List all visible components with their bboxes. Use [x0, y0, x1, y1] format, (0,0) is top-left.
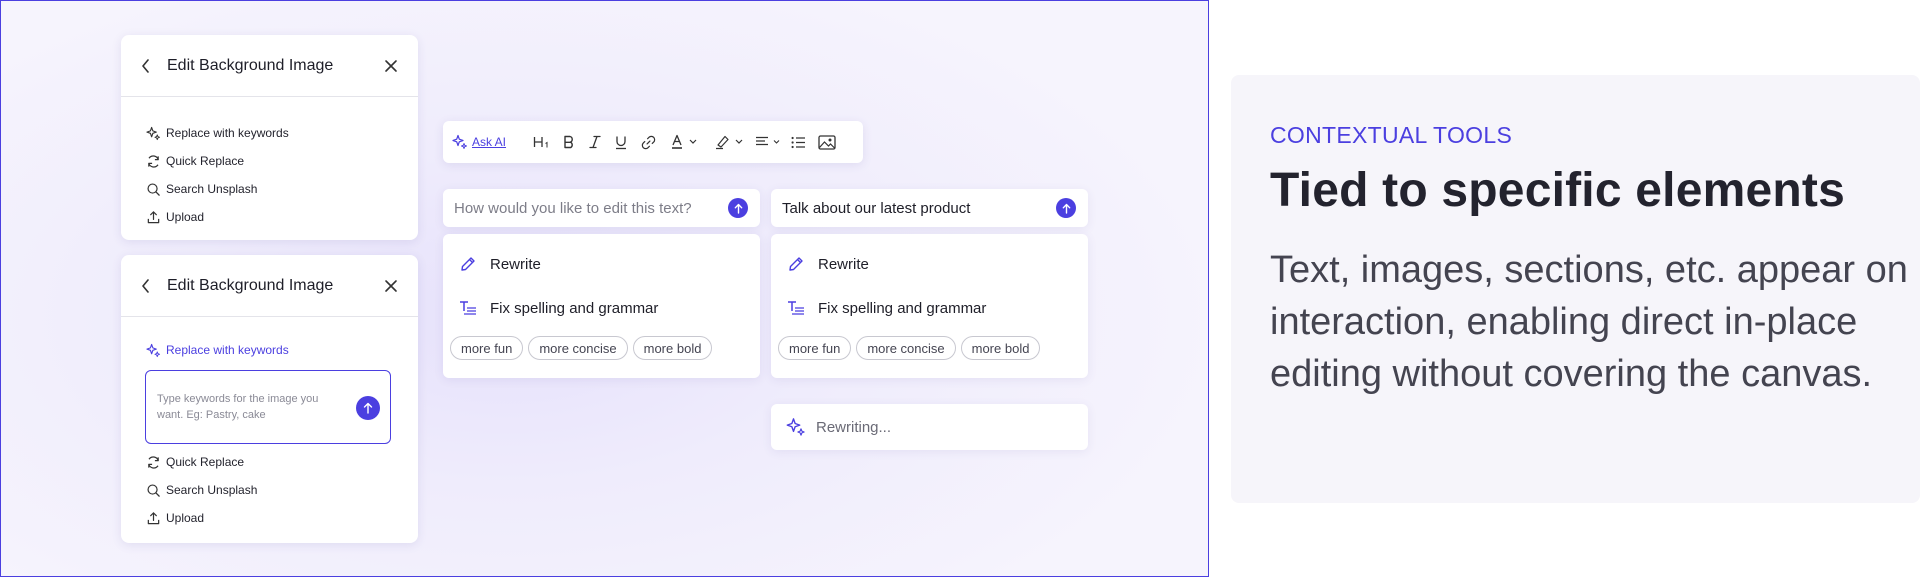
italic-icon[interactable] — [587, 129, 603, 155]
option-label: Search Unsplash — [166, 483, 258, 497]
search-icon — [145, 482, 161, 498]
edit-background-panel: Edit Background Image Replace with keywo… — [121, 35, 418, 240]
text-format-toolbar: Ask AI — [443, 121, 863, 163]
sparkle-icon — [145, 125, 161, 141]
chip-more-concise[interactable]: more concise — [528, 336, 628, 360]
arrow-up-icon — [363, 402, 373, 414]
tone-chips: more fun more concise more bold — [443, 330, 760, 360]
spellcheck-icon — [458, 298, 478, 318]
back-icon[interactable] — [135, 275, 157, 297]
upload-option[interactable]: Upload — [121, 203, 418, 231]
close-icon[interactable] — [380, 275, 402, 297]
option-label: Replace with keywords — [166, 126, 289, 140]
fix-spelling-option[interactable]: Fix spelling and grammar — [443, 286, 760, 330]
chip-more-concise[interactable]: more concise — [856, 336, 956, 360]
arrow-up-icon — [1062, 203, 1070, 214]
menu-item-label: Rewrite — [490, 255, 541, 273]
ai-prompt-input[interactable] — [454, 199, 728, 217]
feature-info-card: CONTEXTUAL TOOLS Tied to specific elemen… — [1231, 75, 1920, 503]
menu-item-label: Rewrite — [818, 255, 869, 273]
refresh-icon — [145, 153, 161, 169]
highlighter-icon[interactable] — [715, 129, 747, 155]
search-icon — [145, 181, 161, 197]
list-icon[interactable] — [789, 129, 807, 155]
sparkle-icon — [786, 417, 806, 437]
panel-header: Edit Background Image — [121, 255, 418, 317]
chip-more-bold[interactable]: more bold — [632, 336, 713, 360]
panel-title: Edit Background Image — [167, 276, 334, 294]
text-color-icon[interactable] — [671, 129, 701, 155]
chip-more-bold[interactable]: more bold — [960, 336, 1041, 360]
pencil-icon — [786, 254, 806, 274]
replace-with-keywords-option[interactable]: Replace with keywords — [121, 119, 418, 147]
keyword-input[interactable] — [157, 391, 342, 431]
arrow-up-icon — [734, 203, 742, 214]
send-button[interactable] — [1056, 198, 1076, 218]
menu-item-label: Fix spelling and grammar — [818, 299, 987, 317]
send-button[interactable] — [728, 198, 748, 218]
option-label: Quick Replace — [166, 154, 245, 168]
replace-with-keywords-option[interactable]: Replace with keywords — [121, 336, 418, 364]
heading-icon[interactable] — [533, 129, 551, 155]
upload-option[interactable]: Upload — [121, 504, 418, 532]
option-label: Upload — [166, 210, 205, 224]
quick-replace-option[interactable]: Quick Replace — [121, 147, 418, 175]
feature-description: Text, images, sections, etc. appear on i… — [1270, 249, 1908, 395]
chip-more-fun[interactable]: more fun — [778, 336, 852, 360]
ai-prompt-bar — [443, 189, 760, 227]
chip-more-fun[interactable]: more fun — [450, 336, 524, 360]
keyword-input-box — [145, 370, 391, 444]
search-unsplash-option[interactable]: Search Unsplash — [121, 476, 418, 504]
sparkle-icon — [145, 342, 161, 358]
ai-suggestions-menu: Rewrite Fix spelling and grammar more fu… — [771, 234, 1088, 378]
ai-suggestions-menu: Rewrite Fix spelling and grammar more fu… — [443, 234, 760, 378]
upload-icon — [145, 209, 161, 225]
tone-chips: more fun more concise more bold — [771, 330, 1088, 360]
canvas: Edit Background Image Replace with keywo… — [0, 0, 1209, 577]
image-icon[interactable] — [817, 129, 837, 155]
pencil-icon — [458, 254, 478, 274]
option-label: Quick Replace — [166, 455, 245, 469]
panel-title: Edit Background Image — [167, 56, 334, 74]
option-label: Upload — [166, 511, 205, 525]
underline-icon[interactable] — [613, 129, 629, 155]
search-unsplash-option[interactable]: Search Unsplash — [121, 175, 418, 203]
fix-spelling-option[interactable]: Fix spelling and grammar — [771, 286, 1088, 330]
ai-prompt-bar-filled — [771, 189, 1088, 227]
rewriting-status: Rewriting... — [771, 404, 1088, 450]
submit-keywords-button[interactable] — [356, 396, 380, 420]
close-icon[interactable] — [380, 55, 402, 77]
upload-icon — [145, 510, 161, 526]
ask-ai-button[interactable]: Ask AI — [452, 134, 506, 150]
menu-item-label: Fix spelling and grammar — [490, 299, 659, 317]
spellcheck-icon — [786, 298, 806, 318]
refresh-icon — [145, 454, 161, 470]
quick-replace-option[interactable]: Quick Replace — [121, 448, 418, 476]
feature-heading: Tied to specific elements — [1270, 164, 1845, 217]
ask-ai-label: Ask AI — [472, 135, 507, 149]
edit-background-panel-expanded: Edit Background Image Replace with keywo… — [121, 255, 418, 543]
bold-icon[interactable] — [561, 129, 577, 155]
panel-header: Edit Background Image — [121, 35, 418, 97]
option-label: Search Unsplash — [166, 182, 258, 196]
rewrite-option[interactable]: Rewrite — [443, 242, 760, 286]
rewriting-label: Rewriting... — [816, 418, 892, 436]
option-label: Replace with keywords — [166, 343, 289, 357]
align-icon[interactable] — [755, 129, 783, 155]
eyebrow-label: CONTEXTUAL TOOLS — [1270, 122, 1513, 148]
sparkle-icon — [452, 134, 468, 150]
back-icon[interactable] — [135, 55, 157, 77]
ai-prompt-input[interactable] — [782, 199, 1056, 217]
rewrite-option[interactable]: Rewrite — [771, 242, 1088, 286]
link-icon[interactable] — [639, 129, 657, 155]
